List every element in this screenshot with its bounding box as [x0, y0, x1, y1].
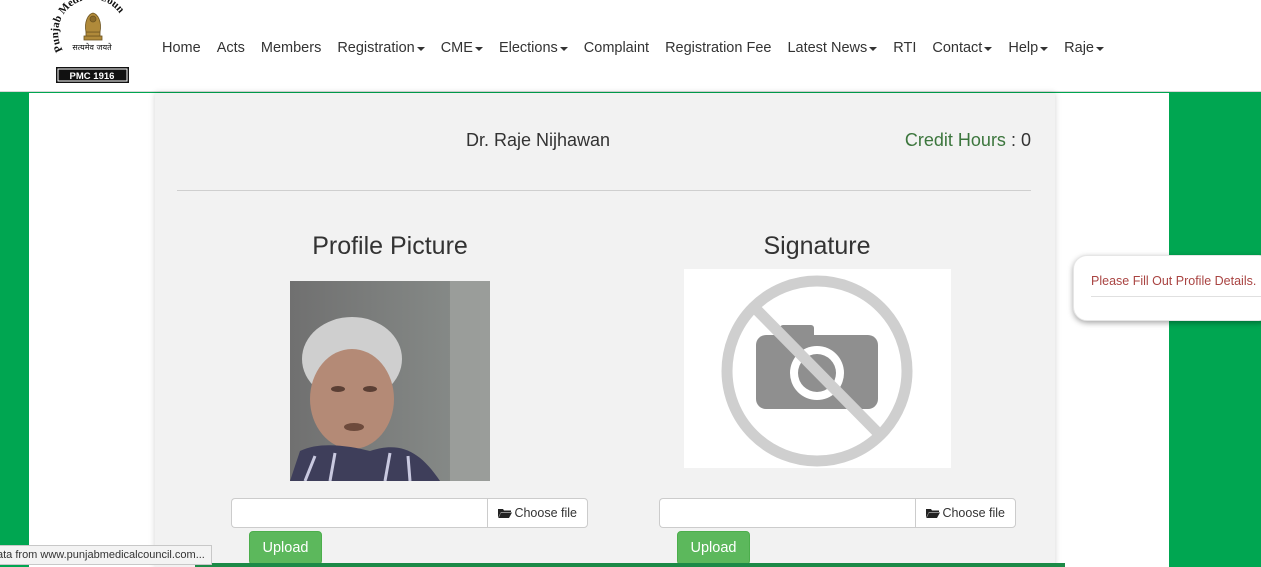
- nav-item-contact[interactable]: Contact: [924, 40, 1000, 56]
- nav-item-home[interactable]: Home: [154, 40, 209, 56]
- credit-hours-value: 0: [1020, 130, 1031, 150]
- pmc-emblem-icon: Punjab Medical Council सत्यमेव जयते PMC …: [48, 0, 129, 83]
- nav-item-label: Home: [162, 40, 201, 56]
- nav-item-rti[interactable]: RTI: [885, 40, 924, 56]
- profile-picture-title: Profile Picture: [312, 232, 468, 260]
- nav-item-help[interactable]: Help: [1000, 40, 1056, 56]
- profile-photo-image: [290, 281, 490, 481]
- notification-toast[interactable]: Please Fill Out Profile Details.: [1073, 255, 1261, 321]
- nav-item-elections[interactable]: Elections: [491, 40, 576, 56]
- nav-item-label: Members: [260, 40, 322, 56]
- nav-item-raje[interactable]: Raje: [1056, 40, 1112, 56]
- profile-picture-choose-file-label: Choose file: [514, 506, 577, 520]
- doctor-name: Dr. Raje Nijhawan: [465, 130, 611, 150]
- pmc-logo[interactable]: Punjab Medical Council सत्यमेव जयते PMC …: [48, 0, 134, 86]
- signature-file-input: Choose file: [659, 498, 1016, 528]
- site-header: Punjab Medical Council सत्यमेव जयते PMC …: [0, 0, 1261, 92]
- nav-item-label: CME: [440, 40, 473, 56]
- nav-item-latest-news[interactable]: Latest News: [779, 40, 885, 56]
- caret-down-icon: [984, 47, 993, 51]
- logo-code: PMC 1916: [70, 71, 115, 82]
- nav-item-label: Help: [1008, 40, 1039, 56]
- signature-choose-file-label: Choose file: [942, 506, 1005, 520]
- signature-filename-field[interactable]: [659, 498, 916, 528]
- nav-item-registration[interactable]: Registration: [329, 40, 432, 56]
- signature-title: Signature: [763, 232, 871, 260]
- signature-choose-file-button[interactable]: Choose file: [915, 498, 1016, 528]
- nav-item-label: Complaint: [583, 40, 650, 56]
- credit-hours-sep: :: [1010, 130, 1016, 150]
- no-camera-icon: [721, 275, 913, 467]
- nav-item-label: Registration Fee: [665, 40, 772, 56]
- folder-open-icon: [498, 509, 513, 518]
- nav-item-complaint[interactable]: Complaint: [576, 40, 657, 56]
- caret-down-icon: [1040, 47, 1049, 51]
- logo-motto: सत्यमेव जयते: [72, 42, 112, 52]
- nav-item-label: Latest News: [787, 40, 868, 56]
- nav-item-registration-fee[interactable]: Registration Fee: [657, 40, 779, 56]
- signature-placeholder: [684, 269, 951, 468]
- profile-picture-choose-file-button[interactable]: Choose file: [487, 498, 588, 528]
- nav-item-label: RTI: [893, 40, 917, 56]
- nav-item-label: Elections: [498, 40, 558, 56]
- nav-item-label: Contact: [932, 40, 983, 56]
- bottom-strip: [195, 563, 1065, 567]
- profile-picture-filename-field[interactable]: [231, 498, 488, 528]
- nav-item-acts[interactable]: Acts: [209, 40, 253, 56]
- nav-item-label: Registration: [337, 40, 415, 56]
- credit-hours: Credit Hours : 0: [905, 130, 1031, 151]
- toast-message: Please Fill Out Profile Details.: [1091, 274, 1257, 288]
- caret-down-icon: [1096, 47, 1104, 51]
- browser-status-bar: ata from www.punjabmedicalcouncil.com...: [0, 545, 212, 565]
- credit-hours-label: Credit Hours: [904, 130, 1006, 150]
- nav-item-cme[interactable]: CME: [433, 40, 491, 56]
- toast-divider: [1091, 296, 1261, 297]
- profile-panel: Dr. Raje Nijhawan Credit Hours : 0 Profi…: [155, 93, 1055, 567]
- signature-upload-button[interactable]: Upload: [677, 531, 750, 565]
- nav-item-label: Raje: [1064, 40, 1094, 56]
- caret-down-icon: [416, 47, 425, 51]
- caret-down-icon: [474, 47, 483, 51]
- main-nav: Home Acts Members Registration CME Elections C…: [154, 40, 1112, 56]
- nav-item-members[interactable]: Members: [253, 40, 329, 56]
- nav-item-label: Acts: [216, 40, 245, 56]
- caret-down-icon: [869, 47, 878, 51]
- folder-open-icon: [926, 509, 941, 518]
- profile-photo: [290, 281, 490, 481]
- caret-down-icon: [559, 47, 568, 51]
- profile-picture-upload-button[interactable]: Upload: [249, 531, 322, 565]
- profile-picture-file-input: Choose file: [231, 498, 588, 528]
- status-text: ata from www.punjabmedicalcouncil.com...: [0, 549, 205, 561]
- divider: [177, 190, 1031, 191]
